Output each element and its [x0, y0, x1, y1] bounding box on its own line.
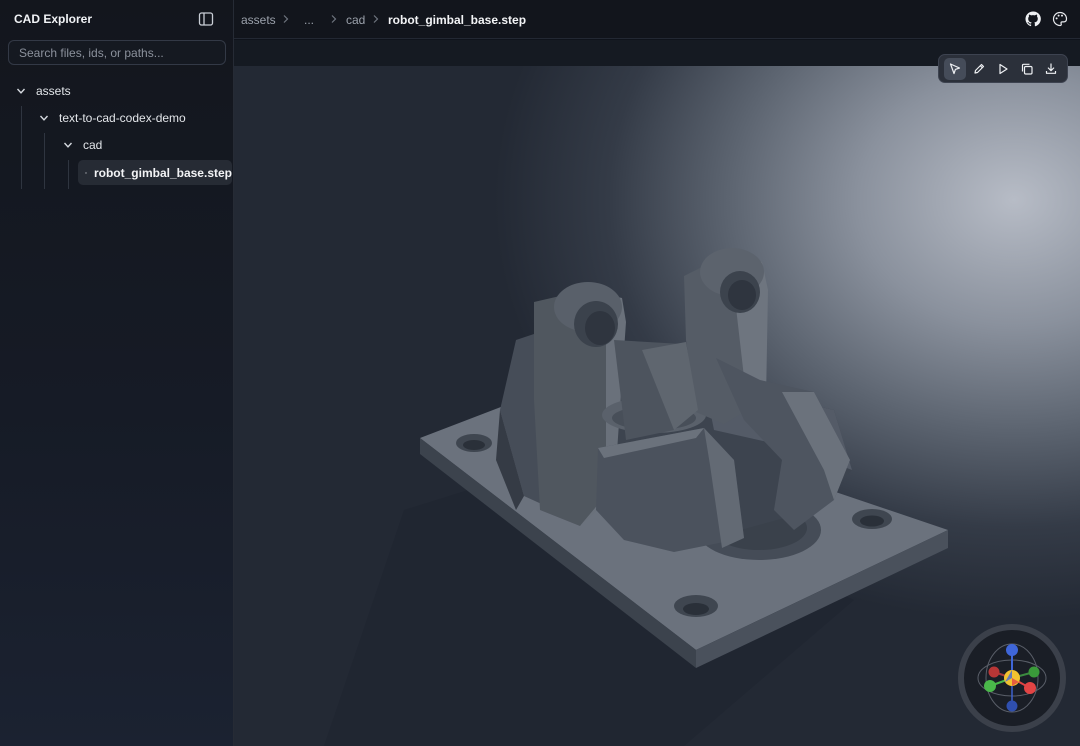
breadcrumb-current-file: robot_gimbal_base.step — [388, 13, 527, 27]
sidebar-header: CAD Explorer — [0, 0, 234, 38]
copy-button[interactable] — [1016, 58, 1038, 80]
chevron-down-icon — [63, 142, 73, 148]
sidebar: CAD Explorer assets text-to-cad-codex-de… — [0, 0, 234, 746]
tree-item-label: text-to-cad-codex-demo — [59, 111, 186, 125]
chevron-right-icon — [331, 15, 337, 23]
sidebar-toggle-icon[interactable] — [198, 11, 214, 27]
chevron-right-icon — [283, 15, 289, 23]
tree-item-step-file[interactable]: robot_gimbal_base.step — [78, 160, 232, 185]
play-button[interactable] — [992, 58, 1014, 80]
search-input[interactable] — [8, 40, 226, 65]
chevron-down-icon — [16, 88, 26, 94]
github-icon[interactable] — [1025, 11, 1041, 27]
breadcrumb-assets[interactable]: assets — [241, 13, 276, 27]
tree-guide-line — [44, 133, 45, 189]
palette-icon[interactable] — [1052, 11, 1068, 27]
tree-guide-line — [68, 160, 69, 189]
cad-model-render[interactable] — [234, 40, 1080, 746]
breadcrumb-cad[interactable]: cad — [346, 13, 365, 27]
tree-item-label: robot_gimbal_base.step — [93, 165, 232, 180]
tree-item-label: assets — [36, 84, 71, 98]
tree-item-assets[interactable]: assets — [16, 79, 71, 103]
select-tool-button[interactable] — [944, 57, 966, 80]
download-icon — [1045, 62, 1057, 74]
chevron-down-icon — [39, 115, 49, 121]
cube-icon — [85, 171, 87, 174]
annotate-tool-button[interactable] — [968, 58, 990, 80]
tree-item-cad-folder[interactable]: cad — [63, 133, 102, 157]
top-bar: assets ... cad robot_gimbal_base.step — [234, 0, 1080, 39]
chevron-right-icon — [373, 15, 379, 23]
orientation-gizmo[interactable] — [958, 624, 1066, 732]
select-cursor-icon — [949, 62, 961, 74]
app-title: CAD Explorer — [14, 12, 93, 26]
axis-gizmo-icon — [977, 643, 1047, 713]
tree-item-label: cad — [83, 138, 103, 152]
viewer-toolbar — [938, 54, 1068, 83]
play-icon — [999, 63, 1008, 74]
3d-viewport[interactable] — [234, 40, 1080, 746]
annotate-pen-icon — [974, 63, 985, 74]
tree-guide-line — [21, 106, 22, 189]
copy-icon — [1021, 63, 1033, 75]
breadcrumb-ellipsis[interactable]: ... — [304, 13, 314, 27]
tree-item-demo-folder[interactable]: text-to-cad-codex-demo — [39, 106, 186, 130]
download-button[interactable] — [1040, 58, 1062, 80]
